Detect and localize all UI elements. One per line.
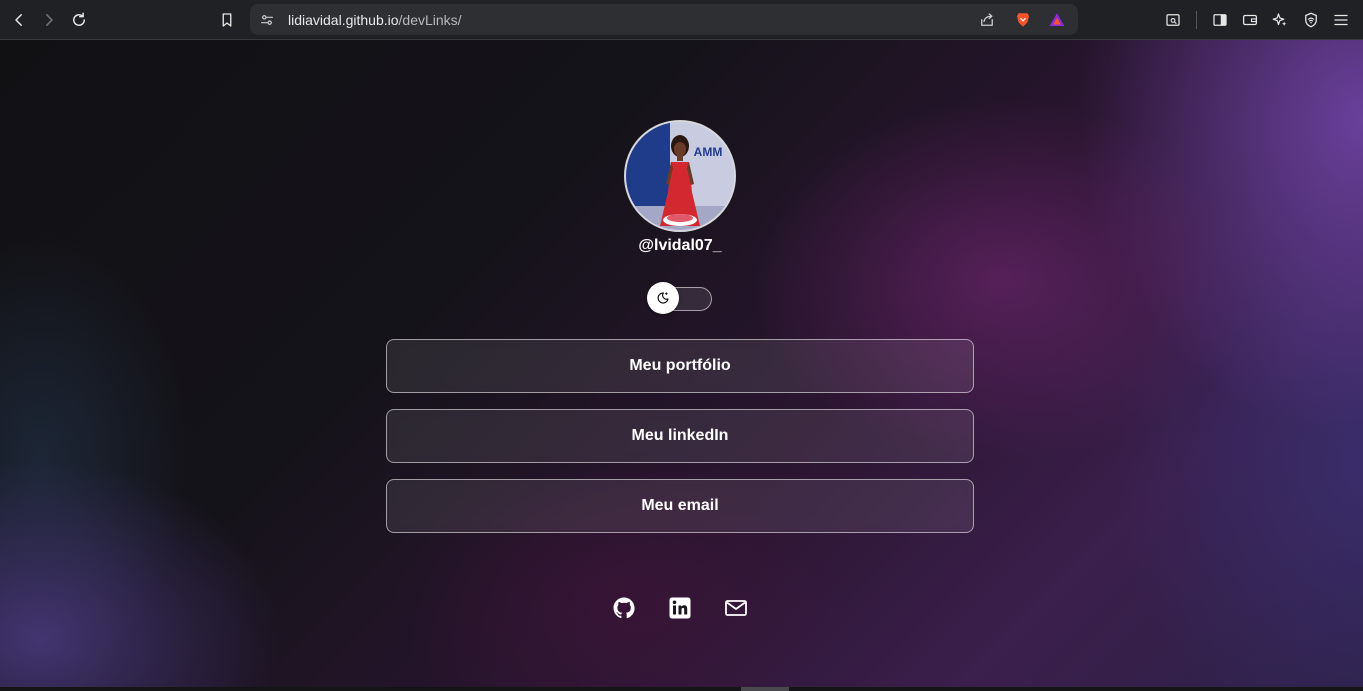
github-icon[interactable] — [612, 596, 636, 620]
brave-rewards-icon[interactable] — [1048, 11, 1066, 29]
sidebar-icon[interactable] — [1208, 8, 1232, 32]
brave-lion-icon[interactable] — [1014, 11, 1032, 29]
reader-icon[interactable] — [1161, 8, 1185, 32]
avatar: AMM — [624, 120, 736, 232]
moon-icon — [657, 292, 669, 304]
url-text[interactable]: lidiavidal.github.io/devLinks/ — [288, 12, 462, 28]
profile-photo: AMM — [626, 122, 734, 230]
theme-toggle-knob[interactable] — [647, 282, 679, 314]
forward-icon[interactable] — [37, 8, 61, 32]
leo-ai-icon[interactable] — [1268, 8, 1292, 32]
site-settings-icon[interactable] — [258, 11, 276, 29]
hamburger-menu-icon[interactable] — [1329, 8, 1353, 32]
url-path: /devLinks/ — [398, 12, 462, 28]
toolbar-divider — [1196, 11, 1197, 29]
mail-icon[interactable] — [724, 596, 748, 620]
page-scroll-strip — [0, 687, 1363, 691]
address-bar[interactable]: lidiavidal.github.io/devLinks/ — [250, 4, 1078, 35]
page-background: AMM @lvidal07_ Meu portfólio Meu linkedI… — [0, 40, 1363, 687]
url-host: lidiavidal.github.io — [288, 12, 399, 28]
bookmark-icon[interactable] — [215, 8, 239, 32]
theme-toggle[interactable] — [647, 282, 712, 314]
browser-toolbar: lidiavidal.github.io/devLinks/ — [0, 0, 1363, 40]
svg-text:AMM: AMM — [694, 145, 723, 159]
back-icon[interactable] — [7, 8, 31, 32]
username: @lvidal07_ — [638, 237, 722, 254]
linkedin-link-button[interactable]: Meu linkedIn — [386, 409, 974, 463]
reload-icon[interactable] — [67, 8, 91, 32]
portfolio-link-button[interactable]: Meu portfólio — [386, 339, 974, 393]
linkedin-icon[interactable] — [668, 596, 692, 620]
wallet-icon[interactable] — [1238, 8, 1262, 32]
email-link-button[interactable]: Meu email — [386, 479, 974, 533]
vpn-icon[interactable] — [1299, 8, 1323, 32]
scroll-thumb[interactable] — [741, 687, 789, 691]
share-icon[interactable] — [978, 11, 996, 29]
